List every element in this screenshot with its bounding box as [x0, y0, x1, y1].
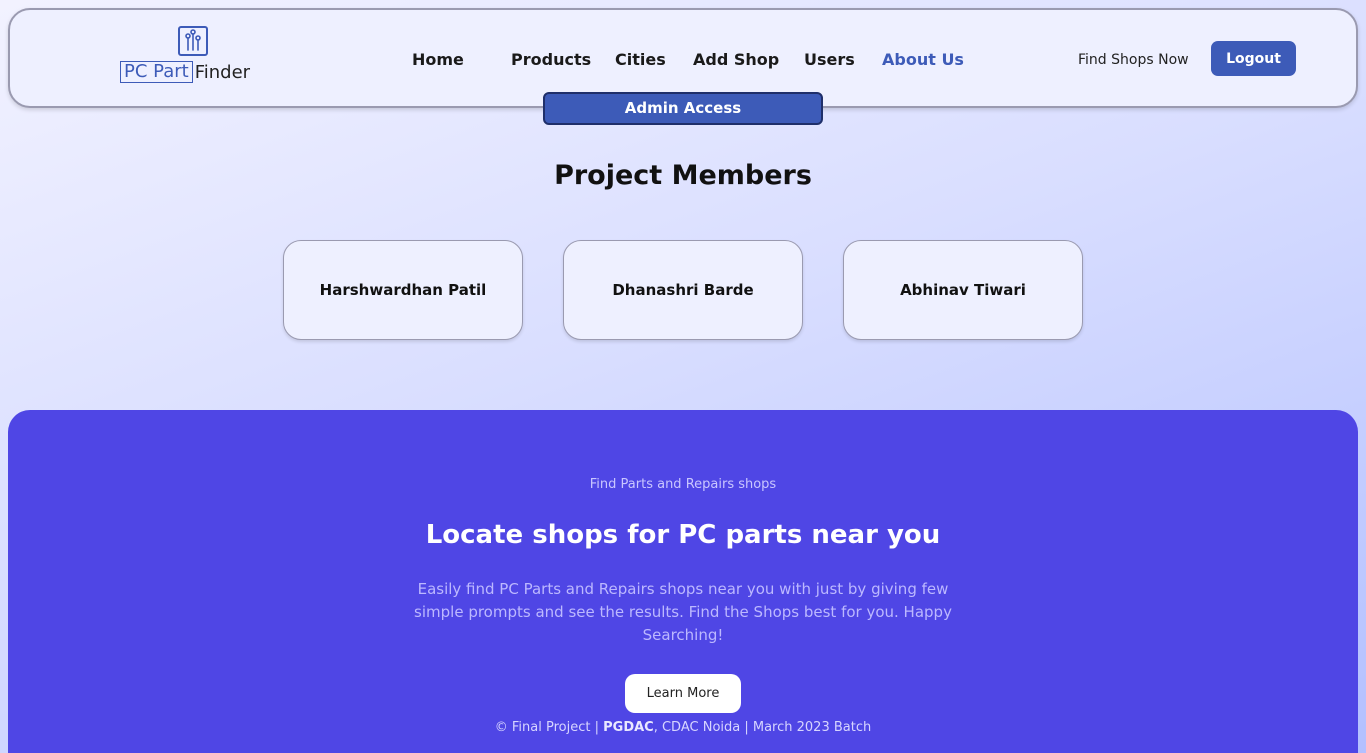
copyright-program: PGDAC [603, 720, 654, 735]
nav-home[interactable]: Home [412, 48, 511, 72]
member-card: Dhanashri Barde [563, 240, 803, 340]
logo-text: Finder [194, 61, 251, 83]
copyright-suffix: , CDAC Noida | March 2023 Batch [653, 720, 872, 735]
learn-more-button[interactable]: Learn More [625, 674, 741, 713]
nav-cities[interactable]: Cities [615, 48, 693, 72]
member-card: Harshwardhan Patil [283, 240, 523, 340]
footer-heading: Locate shops for PC parts near you [425, 520, 941, 550]
find-shops-link[interactable]: Find Shops Now [1078, 48, 1189, 72]
main-nav: Home Products Cities Add Shop Users Abou… [412, 48, 964, 72]
nav-about-us[interactable]: About Us [882, 48, 964, 72]
admin-access-badge: Admin Access [543, 92, 823, 125]
nav-add-shop[interactable]: Add Shop [693, 48, 804, 72]
logo-wordmark: PC Part Finder [120, 60, 250, 84]
circuit-icon [178, 26, 208, 56]
footer-kicker: Find Parts and Repairs shops [589, 477, 777, 492]
nav-products[interactable]: Products [511, 48, 615, 72]
footer: Find Parts and Repairs shops Locate shop… [8, 410, 1358, 753]
logo[interactable]: PC Part Finder [120, 24, 270, 88]
copyright-prefix: © Final Project | [494, 720, 604, 735]
page-title: Project Members [554, 160, 812, 191]
logo-box-text: PC Part [120, 61, 193, 83]
footer-description: Easily find PC Parts and Repairs shops n… [414, 580, 952, 644]
members-list: Harshwardhan Patil Dhanashri Barde Abhin… [283, 240, 1083, 340]
logout-button[interactable]: Logout [1211, 41, 1296, 76]
nav-users[interactable]: Users [804, 48, 882, 72]
member-card: Abhinav Tiwari [843, 240, 1083, 340]
copyright: © Final Project | PGDAC, CDAC Noida | Ma… [8, 720, 1358, 735]
